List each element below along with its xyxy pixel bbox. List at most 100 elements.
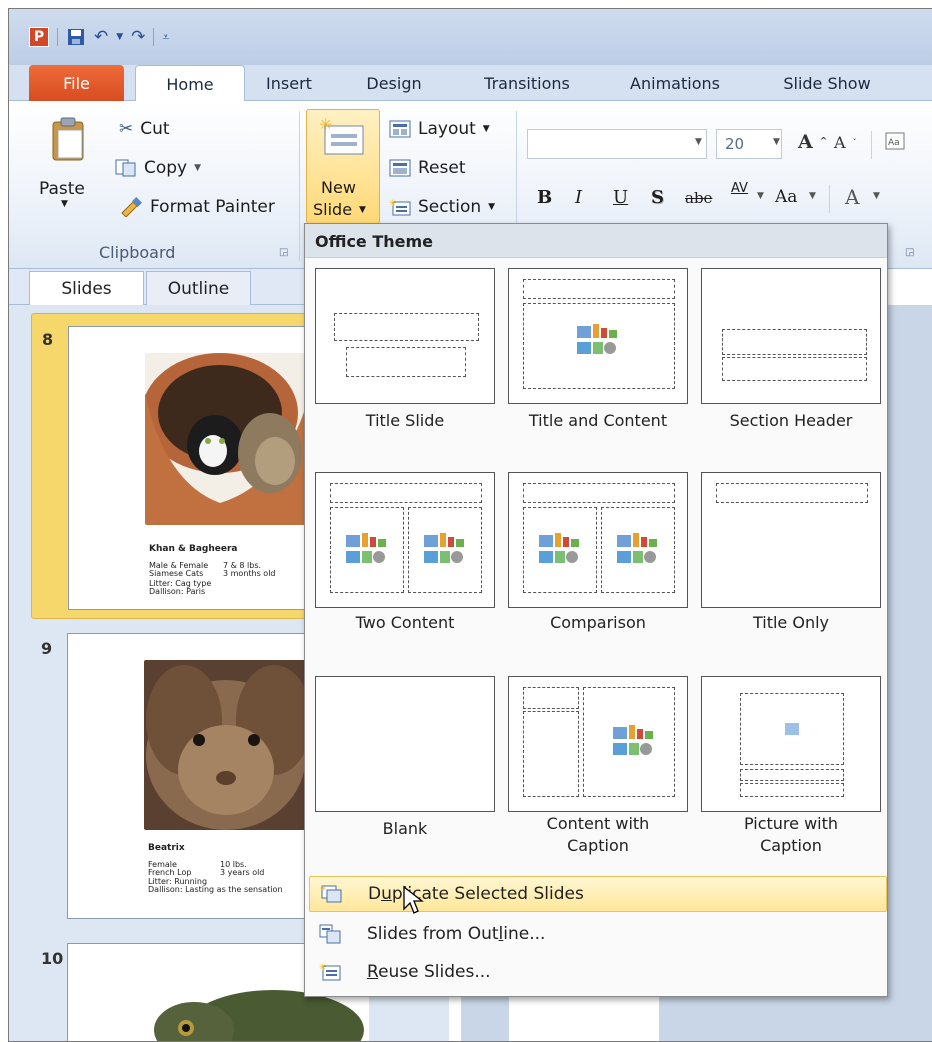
layout-button[interactable]: Layout ▼ xyxy=(389,119,490,139)
layout-picture-with-caption[interactable] xyxy=(701,676,881,812)
clear-formatting-icon[interactable]: Aa xyxy=(884,131,908,155)
layout-title-only[interactable] xyxy=(701,472,881,608)
new-slide-dropdown-icon: ▼ xyxy=(359,204,366,215)
grow-font-icon[interactable]: A ^ xyxy=(798,131,827,153)
paste-button[interactable]: Paste xyxy=(39,179,85,199)
slide-thumbnail-8[interactable]: 8 Khan & Bagheera Male & Female Siamese … xyxy=(31,313,331,619)
layout-title-and-content[interactable] xyxy=(508,268,688,404)
font-launcher-icon[interactable]: ◲ xyxy=(905,247,914,258)
save-icon[interactable] xyxy=(66,27,86,47)
new-slide-icon: ✳ xyxy=(319,118,364,155)
placeholder xyxy=(740,783,844,797)
slide-thumbnail-9[interactable]: 9 Beatrix Female French Lop Litter: Runn… xyxy=(31,623,331,929)
menu-item-label: Reuse Slides... xyxy=(367,962,491,982)
copy-dropdown-icon[interactable]: ▼ xyxy=(194,163,201,173)
tab-animations[interactable]: Animations xyxy=(615,65,735,102)
new-slide-dropdown-menu: Office Theme Title Slide Title and Conte… xyxy=(304,223,888,997)
strikethrough-button[interactable]: abe xyxy=(685,189,712,207)
section-dropdown-icon: ▼ xyxy=(488,202,496,212)
slide-text: Dallison: Paris xyxy=(149,587,206,596)
label-part: D xyxy=(368,884,382,904)
tab-design[interactable]: Design xyxy=(349,65,439,102)
shadow-button[interactable]: S xyxy=(651,187,664,208)
paste-dropdown-icon[interactable]: ▼ xyxy=(61,199,68,209)
clipboard-launcher-icon[interactable]: ◲ xyxy=(279,247,288,258)
slides-from-outline-icon xyxy=(319,924,341,944)
font-name-box[interactable] xyxy=(527,129,707,159)
placeholder xyxy=(523,687,579,709)
layout-label: Layout xyxy=(418,119,476,139)
font-dropdown-icon[interactable]: ▼ xyxy=(695,137,702,147)
font-size-dropdown-icon[interactable]: ▼ xyxy=(773,137,780,147)
layout-label: Comparison xyxy=(550,613,646,632)
layout-blank[interactable] xyxy=(315,676,495,812)
case-dropdown-icon[interactable]: ▼ xyxy=(809,191,816,201)
new-slide-button[interactable]: ✳ New Slide ▼ xyxy=(306,109,380,224)
layout-label: Content with xyxy=(546,814,650,833)
qat-separator xyxy=(153,28,155,46)
clipboard-group-label: Clipboard xyxy=(99,243,176,262)
redo-icon[interactable]: ↷ xyxy=(131,28,145,46)
layout-comparison[interactable] xyxy=(508,472,688,608)
powerpoint-window: P ↶ ▼ ↷ ⩡ File Home Insert Design Transi… xyxy=(8,8,932,1042)
new-slide-label-1: New xyxy=(321,178,356,197)
access-key: R xyxy=(367,962,379,982)
format-painter-button[interactable]: Format Painter xyxy=(119,197,275,217)
content-icons xyxy=(539,533,579,563)
font-color-button[interactable]: A xyxy=(845,185,859,209)
slide-title: Khan & Bagheera xyxy=(149,544,238,554)
reuse-slides-item[interactable]: ✳ Reuse Slides... xyxy=(309,954,887,990)
cut-button[interactable]: ✂ Cut xyxy=(119,119,170,139)
font-color-dropdown-icon[interactable]: ▼ xyxy=(873,191,880,201)
underline-button[interactable]: U xyxy=(613,187,628,208)
duplicate-selected-slides-item[interactable]: ✳ Duplicate Selected Slides xyxy=(309,876,887,912)
title-bar: P ↶ ▼ ↷ ⩡ xyxy=(9,9,932,65)
reset-button[interactable]: Reset xyxy=(389,158,466,178)
paste-icon[interactable] xyxy=(51,116,87,162)
format-painter-label: Format Painter xyxy=(150,197,275,217)
customize-qat-icon[interactable]: ⩡ xyxy=(162,28,169,46)
layout-section-header[interactable] xyxy=(701,268,881,404)
content-icons xyxy=(613,725,653,755)
section-button[interactable]: ✳ Section ▼ xyxy=(389,197,495,217)
slide-number: 9 xyxy=(41,639,53,658)
svg-text:Aa: Aa xyxy=(888,138,900,148)
layout-icon xyxy=(389,120,411,138)
layout-title-slide[interactable] xyxy=(315,268,495,404)
tab-home[interactable]: Home xyxy=(135,65,245,102)
powerpoint-logo-icon[interactable]: P xyxy=(29,27,49,47)
tab-slide-show[interactable]: Slide Show xyxy=(767,65,887,102)
layout-label: Section Header xyxy=(729,411,853,430)
layout-label: Caption xyxy=(760,836,822,855)
copy-label: Copy xyxy=(144,158,188,178)
svg-text:✳: ✳ xyxy=(319,963,327,973)
slide-title: Beatrix xyxy=(148,843,185,853)
mouse-cursor-icon xyxy=(403,885,424,914)
layout-content-with-caption[interactable] xyxy=(508,676,688,812)
spacing-dropdown-icon[interactable]: ▼ xyxy=(757,191,764,201)
content-icons xyxy=(617,533,657,563)
svg-text:✳: ✳ xyxy=(319,118,332,134)
group-separator xyxy=(299,111,300,261)
slide-preview: Khan & Bagheera Male & Female Siamese Ca… xyxy=(68,326,328,610)
slide-number: 10 xyxy=(41,949,64,968)
undo-dropdown-icon[interactable]: ▼ xyxy=(116,28,123,46)
character-spacing-button[interactable]: AV xyxy=(731,181,748,196)
cut-label: Cut xyxy=(140,119,170,139)
bold-button[interactable]: B xyxy=(537,187,552,208)
italic-button[interactable]: I xyxy=(575,187,582,208)
tab-slides[interactable]: Slides xyxy=(29,271,144,306)
undo-icon[interactable]: ↶ xyxy=(94,28,108,46)
tab-insert[interactable]: Insert xyxy=(249,65,329,102)
tab-outline[interactable]: Outline xyxy=(146,271,251,305)
tab-file[interactable]: File xyxy=(29,65,124,102)
svg-text:✳: ✳ xyxy=(320,884,327,893)
content-icons xyxy=(346,533,386,563)
layout-two-content[interactable] xyxy=(315,472,495,608)
slides-from-outline-item[interactable]: Slides from Outline... xyxy=(309,916,887,952)
tab-transitions[interactable]: Transitions xyxy=(467,65,587,102)
copy-button[interactable]: Copy ▼ xyxy=(115,158,201,178)
shrink-font-icon[interactable]: Aˇ xyxy=(834,133,857,152)
change-case-button[interactable]: Aa xyxy=(775,187,797,207)
slide-thumbnail-10[interactable]: 10 xyxy=(31,933,369,1041)
